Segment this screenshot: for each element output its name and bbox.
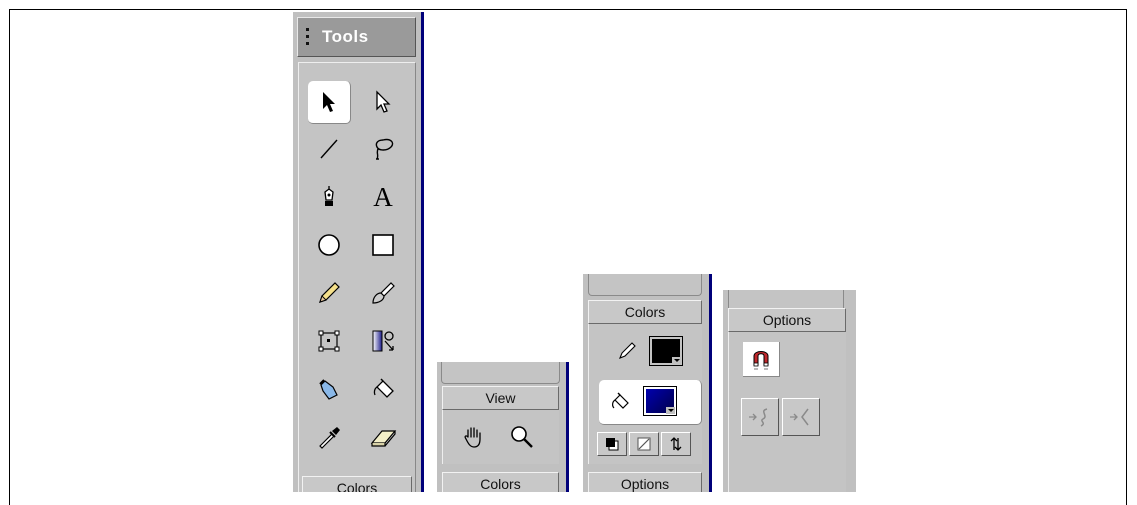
colors-body [588,324,702,464]
options-panel: Options [723,290,856,492]
lasso-tool[interactable] [362,128,404,170]
options-body [728,332,846,492]
eraser-icon [370,430,397,447]
view-section-header[interactable]: View [442,386,559,410]
grip-dots-icon[interactable] [306,28,310,49]
tools-title: Tools [322,27,369,46]
no-color-button[interactable] [629,432,659,456]
arrow-icon [323,92,335,112]
stroke-color-swatch[interactable] [649,336,683,366]
stroke-pencil-icon [619,342,636,359]
line-tool[interactable] [308,128,350,170]
colors-section-header[interactable]: Colors [588,300,702,324]
rectangle-tool[interactable] [362,224,404,266]
fill-transform-tool[interactable] [362,320,404,362]
view-tools-area [442,410,559,464]
hand-tool[interactable] [453,416,495,458]
view-title: View [485,390,516,406]
eyedropper-icon [319,427,340,449]
paint-bucket-tool[interactable] [362,368,404,410]
swap-colors-button[interactable] [661,432,691,456]
pencil-icon [319,282,340,303]
oval-icon [318,234,340,256]
eraser-tool[interactable] [362,416,404,458]
tools-colors-label: Colors [336,480,378,492]
oval-tool[interactable] [308,224,350,266]
tools-panel: Tools A Colors [293,12,423,492]
view-prev-section [441,362,560,384]
rectangle-icon [372,234,394,256]
text-icon: A [373,181,393,212]
colors-next-label: Options [620,476,670,492]
ink-bottle-icon [319,379,338,400]
fill-color-row[interactable] [599,380,702,425]
fill-color-swatch[interactable] [643,386,677,416]
text-tool[interactable]: A [362,176,404,218]
view-panel-edge [566,362,569,492]
swap-colors-icon [670,437,682,451]
colors-next-section[interactable]: Options [588,472,702,492]
brush-icon [372,282,395,304]
view-panel: View Colors [437,362,566,492]
view-next-section[interactable]: Colors [442,472,559,492]
smooth-icon [749,408,768,427]
zoom-icon [511,426,533,448]
snap-to-objects-icon [753,351,769,370]
colors-panel-edge [709,274,712,492]
snap-to-objects-button[interactable] [743,342,780,377]
default-colors-button[interactable] [597,432,627,456]
chevron-down-icon [672,357,681,364]
free-transform-icon [318,330,340,352]
subselect-tool[interactable] [362,81,404,123]
fill-transform-icon [372,330,394,352]
smooth-button[interactable] [741,398,779,436]
options-title: Options [762,312,812,328]
eyedropper-tool[interactable] [308,416,350,458]
line-icon [320,139,338,159]
no-color-icon [637,437,651,451]
default-colors-icon [606,438,619,451]
tools-colors-section[interactable]: Colors [302,476,412,492]
paint-bucket-icon [373,378,394,398]
fill-bucket-icon [612,392,629,409]
pencil-tool[interactable] [308,272,350,314]
tools-grid: A Colors [298,62,416,492]
options-section-header[interactable]: Options [728,308,846,332]
chevron-down-icon [666,407,675,414]
colors-title: Colors [624,304,666,320]
tools-panel-edge [421,12,424,492]
colors-prev-section [588,274,702,296]
straighten-button[interactable] [782,398,820,436]
arrow-tool[interactable] [308,81,351,124]
colors-panel: Colors Options [583,274,709,492]
tools-title-bar[interactable]: Tools [297,17,416,57]
pen-tool[interactable] [308,176,350,218]
subselect-arrow-icon [376,90,391,113]
pen-icon [324,186,334,206]
brush-tool[interactable] [362,272,404,314]
ink-bottle-tool[interactable] [308,368,350,410]
free-transform-tool[interactable] [308,320,350,362]
hand-icon [464,427,481,448]
straighten-icon [790,408,809,426]
view-next-label: Colors [480,476,521,492]
lasso-icon [375,138,394,160]
zoom-tool[interactable] [501,416,543,458]
